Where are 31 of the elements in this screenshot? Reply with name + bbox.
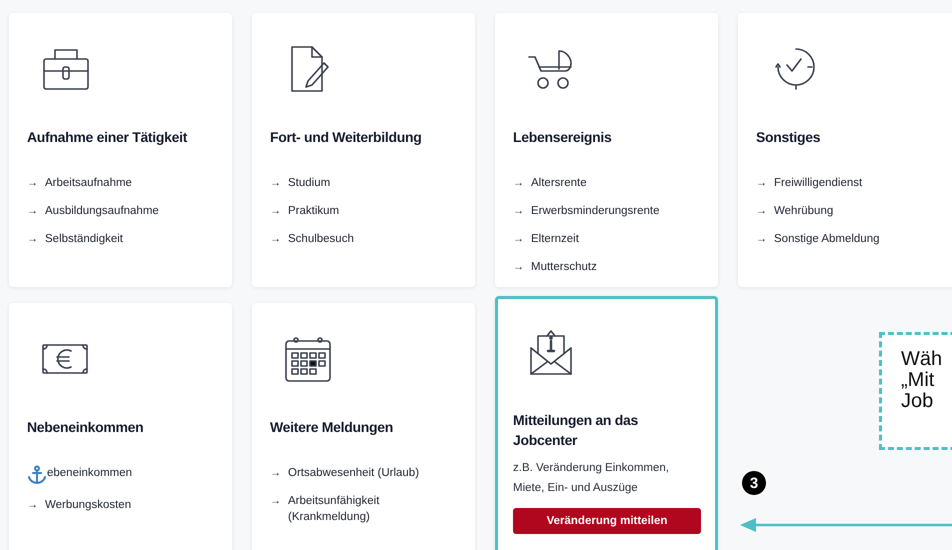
- card-title: Aufnahme einer Tätigkeit: [27, 128, 188, 147]
- envelope-letter-icon: [527, 328, 575, 376]
- card-title: Fort- und Weiterbildung: [270, 128, 422, 147]
- card-link[interactable]: → Freiwilligendienst: [756, 175, 943, 191]
- step-badge: 3: [742, 471, 766, 495]
- card-title: Weitere Meldungen: [270, 418, 394, 437]
- card-link[interactable]: → Ausbildungsaufnahme: [27, 203, 214, 219]
- card-link[interactable]: → Wehrübung: [756, 203, 943, 219]
- card-link[interactable]: → Arbeitsunfähigkeit (Krankmeldung): [270, 493, 457, 525]
- card-link[interactable]: → Elternzeit: [513, 231, 700, 247]
- card-link[interactable]: → Ortsabwesenheit (Urlaub): [270, 465, 457, 481]
- card-link[interactable]: → Praktikum: [270, 203, 457, 219]
- card-title: Lebensereignis: [513, 128, 613, 147]
- card-link[interactable]: → Sonstige Abmeldung: [756, 231, 943, 247]
- card-link[interactable]: → Arbeitsaufnahme: [27, 175, 214, 191]
- calendar-icon: [284, 335, 332, 383]
- card-link[interactable]: → Schulbesuch: [270, 231, 457, 247]
- card-link[interactable]: → Selbständigkeit: [27, 231, 214, 247]
- card-link[interactable]: → Erwerbsminderungsrente: [513, 203, 700, 219]
- card-link[interactable]: → Studium: [270, 175, 457, 191]
- card-link[interactable]: → Werbungskosten: [27, 497, 214, 513]
- card-link[interactable]: ebeneinkommen: [27, 465, 214, 485]
- callout-box: Wäh „Mit Job: [879, 332, 952, 450]
- anchor-icon: [27, 465, 47, 485]
- card-link[interactable]: → Mutterschutz: [513, 259, 700, 275]
- card-title: Sonstiges: [756, 128, 822, 147]
- card-title: Mitteilungen an das Jobcenter: [513, 411, 639, 450]
- change-button[interactable]: Veränderung mitteilen: [513, 508, 701, 534]
- card-title: Nebeneinkommen: [27, 418, 144, 437]
- card-description: z.B. Veränderung Einkommen, Miete, Ein- und Auszüge: [513, 461, 670, 496]
- card-link[interactable]: → Altersrente: [513, 175, 700, 191]
